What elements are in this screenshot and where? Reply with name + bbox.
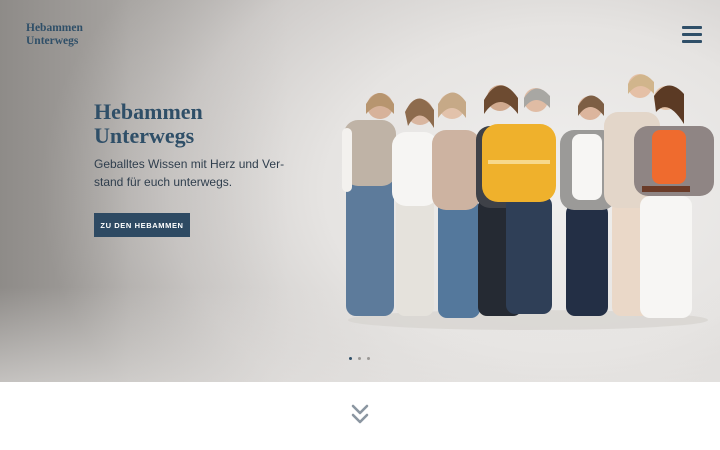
- person-1: [342, 93, 396, 316]
- slider-dot[interactable]: [358, 357, 361, 360]
- logo-line-1: Hebammen: [26, 22, 83, 34]
- hero-section: Hebammen Unterwegs Hebammen Unterwegs Ge…: [0, 0, 720, 382]
- site-logo[interactable]: Hebammen Unterwegs: [26, 22, 83, 48]
- person-2: [392, 98, 438, 316]
- hero-title-line-1: Hebammen: [94, 99, 203, 124]
- person-3: [432, 92, 480, 318]
- logo-line-2: Unterwegs: [26, 35, 79, 47]
- double-chevron-down-icon[interactable]: [350, 403, 370, 425]
- menu-bar: [682, 26, 702, 29]
- hero-title: Hebammen Unterwegs: [94, 100, 203, 148]
- menu-bar: [682, 33, 702, 36]
- hero-subtitle: Geballtes Wissen mit Herz und Ver-stand …: [94, 157, 285, 189]
- slider-dot[interactable]: [367, 357, 370, 360]
- slider-pagination: [349, 357, 370, 360]
- slider-dot[interactable]: [349, 357, 352, 360]
- menu-bar: [682, 40, 702, 43]
- cta-button[interactable]: ZU DEN HEBAMMEN: [94, 213, 190, 237]
- hamburger-menu-icon[interactable]: [682, 26, 702, 44]
- group-photo-of-midwives: [342, 74, 714, 330]
- hero-title-line-2: Unterwegs: [94, 123, 195, 148]
